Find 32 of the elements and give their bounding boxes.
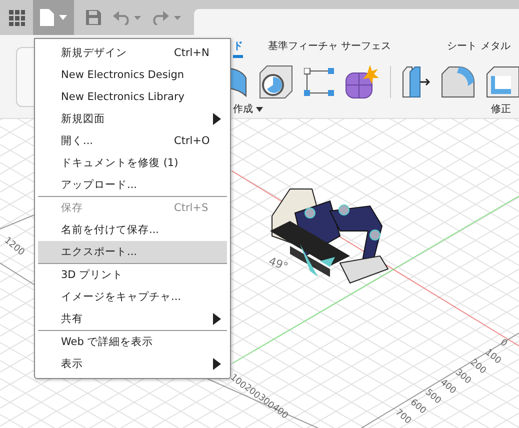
group-label[interactable]: 修正 (491, 102, 511, 116)
fillet-icon[interactable] (441, 66, 475, 98)
caret-icon (59, 15, 67, 20)
menu-item[interactable]: 3D プリント (38, 264, 227, 286)
axis-label: 0 (498, 338, 509, 349)
apps-grid-icon[interactable] (9, 10, 25, 26)
menu-item[interactable]: New Electronics Design (38, 64, 227, 86)
hole-icon[interactable] (259, 65, 293, 99)
excavator-drawing[interactable] (270, 188, 389, 284)
menu-item[interactable]: 表示 (38, 353, 227, 375)
file-menu-button[interactable] (33, 0, 74, 35)
press-pull-icon[interactable] (402, 66, 430, 98)
menu-item[interactable]: 新規デザイン Ctrl+N (38, 42, 227, 64)
form-icon[interactable] (345, 65, 379, 99)
group-label[interactable]: 作成 (233, 102, 263, 116)
angle-label: 49° (266, 254, 290, 274)
menu-item[interactable]: New Electronics Library (38, 86, 227, 108)
menu-item[interactable]: イメージをキャプチャ... (38, 286, 227, 308)
menu-item[interactable]: 開く... Ctrl+O (38, 130, 227, 152)
menu-item[interactable]: ドキュメントを修復 (1) (38, 152, 227, 174)
ribbon-tab[interactable]: 基準フィーチャ サーフェス (268, 39, 392, 55)
shell-icon[interactable] (486, 66, 519, 98)
save-icon[interactable] (86, 10, 101, 25)
menu-item[interactable]: アップロード... (38, 174, 227, 196)
sketch-points-icon[interactable] (304, 68, 334, 96)
menu-item[interactable]: エクスポート... (38, 241, 227, 263)
menu-item[interactable]: 新規図面 (38, 108, 227, 130)
document-icon (40, 9, 54, 26)
ribbon-tab[interactable]: シート メタル (447, 39, 510, 55)
menu-item[interactable]: 共有 (38, 308, 227, 330)
menu-item[interactable]: 名前を付けて保存... (38, 219, 227, 241)
menu-item[interactable]: Web で詳細を表示 (38, 331, 227, 353)
